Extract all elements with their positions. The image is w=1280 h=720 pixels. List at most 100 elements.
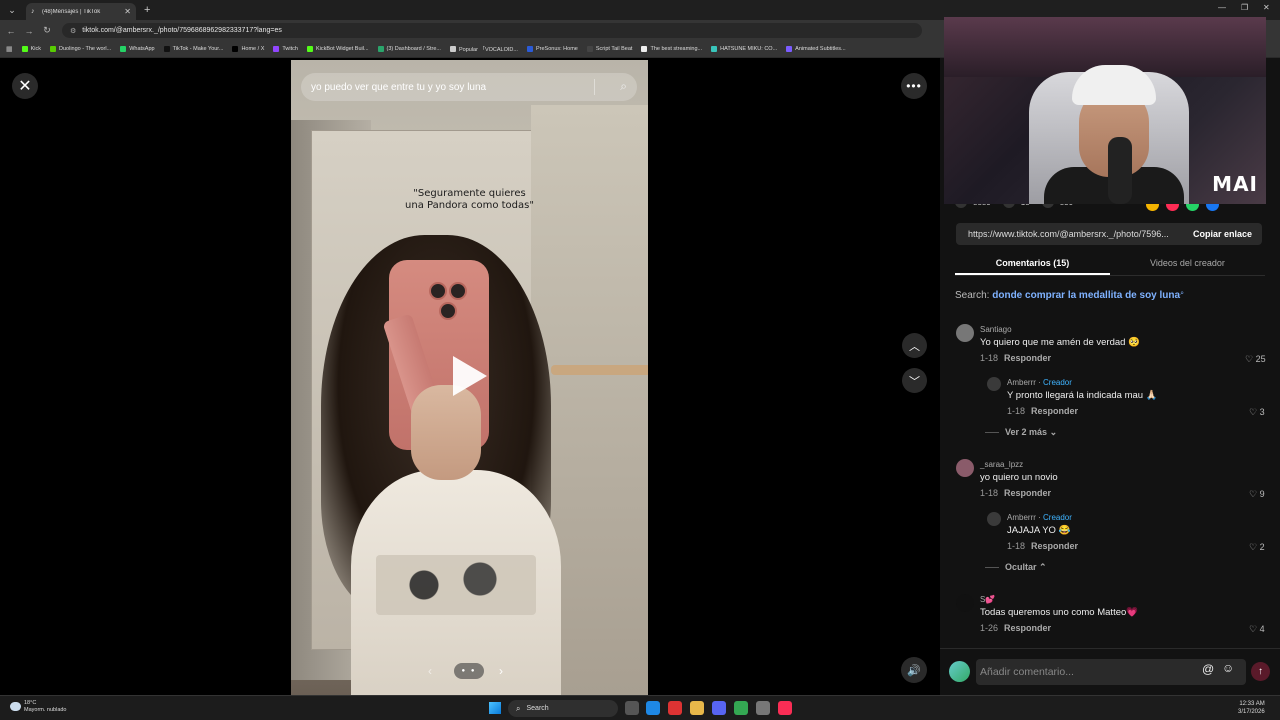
taskbar-search[interactable]: ⌕ Search xyxy=(508,700,618,717)
volume-icon[interactable]: 🔊 xyxy=(901,657,927,683)
related-search-bar[interactable]: yo puedo ver que entre tu y yo soy luna … xyxy=(301,73,637,101)
apps-grid-icon[interactable]: ▦ xyxy=(6,45,13,53)
bookmark-item[interactable]: The best streaming... xyxy=(641,46,702,52)
bookmark-label: Kick xyxy=(30,46,42,52)
chevron-down-icon: ⌄ xyxy=(1049,427,1058,437)
forward-icon[interactable]: → xyxy=(22,26,36,36)
bookmark-favicon-icon xyxy=(449,46,456,52)
tab-creator-videos[interactable]: Videos del creador xyxy=(1110,252,1265,275)
streamer-webcam-overlay: MAI xyxy=(944,17,1266,204)
bookmark-favicon-icon xyxy=(306,46,313,52)
bookmark-item[interactable]: TikTok - Make Your... xyxy=(163,46,223,52)
search-suggestion-query[interactable]: donde comprar la medallita de soy luna xyxy=(992,290,1180,301)
comment-username[interactable]: S💕 xyxy=(980,595,995,604)
start-icon[interactable] xyxy=(489,702,501,714)
comment-like-count: 25 xyxy=(1255,354,1266,364)
comment-meta: 1-18 Responder xyxy=(1007,406,1078,416)
previous-photo-icon[interactable]: ‹ xyxy=(428,664,432,678)
bookmark-item[interactable]: Popular 「VOCALOID... xyxy=(449,45,518,53)
panel-tabs: Comentarios (15) Videos del creador xyxy=(955,252,1265,276)
comment-date: 1-18 xyxy=(980,488,999,498)
comment-like[interactable]: ♡ 3 xyxy=(1249,407,1265,418)
reply-button[interactable]: Responder xyxy=(1004,488,1051,498)
site-info-icon[interactable]: ⚙ xyxy=(70,27,76,35)
creator-badge: Creador xyxy=(1043,378,1072,387)
bookmark-item[interactable]: Animated Subtitles... xyxy=(786,46,846,52)
clock[interactable]: 12:33 AM 3/17/2026 xyxy=(1238,700,1265,716)
comment-text: JAJAJA YO 😂 xyxy=(1007,525,1071,536)
photo-post[interactable]: "Seguramente quieres una Pandora como to… xyxy=(291,60,648,695)
comment-like[interactable]: ♡ 9 xyxy=(1249,489,1265,500)
comment-username[interactable]: Santiago xyxy=(980,325,1012,334)
bookmark-favicon-icon xyxy=(21,46,28,52)
maximize-icon[interactable]: ❐ xyxy=(1241,3,1248,12)
next-video-button[interactable]: ﹀ xyxy=(902,368,927,393)
comment-like[interactable]: ♡ 2 xyxy=(1249,542,1265,553)
comment-meta: 1-18 Responder xyxy=(980,353,1051,363)
comment-username[interactable]: Amberrr · Creador xyxy=(1007,513,1072,522)
url-bar[interactable]: ⚙ tiktok.com/@ambersrx._/photo/759686896… xyxy=(62,23,922,38)
file-explorer-icon[interactable] xyxy=(690,701,704,715)
comment-username[interactable]: _saraa_lpzz xyxy=(980,460,1023,469)
search-icon[interactable]: ⌕ xyxy=(620,79,627,94)
task-view-icon[interactable] xyxy=(625,701,639,715)
music-app-icon[interactable] xyxy=(778,701,792,715)
search-icon: ⌕ xyxy=(516,703,521,713)
minimize-icon[interactable]: — xyxy=(1218,3,1226,12)
new-tab-button[interactable]: + xyxy=(144,4,150,16)
bookmark-label: The best streaming... xyxy=(650,46,703,52)
previous-video-button[interactable]: ︿ xyxy=(902,333,927,358)
comment-username[interactable]: Amberrr · Creador xyxy=(1007,378,1072,387)
tab-close-icon[interactable]: ✕ xyxy=(124,7,131,16)
reply-button[interactable]: Responder xyxy=(1004,623,1051,633)
bookmark-item[interactable]: KickBot Widget Buil... xyxy=(306,46,369,52)
comment-composer: Añadir comentario... @ ☺ ↑ xyxy=(940,648,1280,695)
avatar[interactable] xyxy=(987,512,1001,526)
comment-like[interactable]: ♡ 25 xyxy=(1245,354,1266,365)
avatar[interactable] xyxy=(987,377,1001,391)
reload-icon[interactable]: ↻ xyxy=(40,25,54,36)
settings-icon[interactable] xyxy=(756,701,770,715)
avatar[interactable] xyxy=(956,324,974,342)
bookmark-item[interactable]: Home / X xyxy=(232,46,264,52)
search-suggestion[interactable]: Search: donde comprar la medallita de so… xyxy=(955,290,1184,301)
mention-icon[interactable]: @ xyxy=(1202,662,1214,676)
emoji-icon[interactable]: ☺ xyxy=(1222,661,1234,675)
bookmark-item[interactable]: Kick xyxy=(21,46,42,52)
bookmark-item[interactable]: Script Tail Beat xyxy=(586,46,632,52)
bookmark-item[interactable]: Twitch xyxy=(273,46,298,52)
discord-icon[interactable] xyxy=(712,701,726,715)
hide-replies[interactable]: Ocultar ⌃ xyxy=(985,562,1047,573)
bookmark-label: WhatsApp xyxy=(129,46,155,52)
comment-like[interactable]: ♡ 4 xyxy=(1249,624,1265,635)
bookmark-item[interactable]: (3) Dashboard / Stre... xyxy=(377,46,441,52)
window-close-icon[interactable]: ✕ xyxy=(1263,3,1270,12)
play-icon[interactable] xyxy=(453,356,487,396)
reply-button[interactable]: Responder xyxy=(1031,541,1078,551)
bookmark-item[interactable]: PreSonus: Home xyxy=(526,46,578,52)
chrome-icon[interactable] xyxy=(734,701,748,715)
tab-comments[interactable]: Comentarios (15) xyxy=(955,252,1110,275)
tab-search-icon[interactable]: ⌄ xyxy=(4,2,20,18)
weather-widget[interactable]: 18°C Mayorm. nublado xyxy=(10,700,67,714)
more-options-button[interactable]: ••• xyxy=(901,73,927,99)
search-divider xyxy=(594,79,595,95)
reply-button[interactable]: Responder xyxy=(1004,353,1051,363)
back-icon[interactable]: ← xyxy=(4,26,18,36)
reply-button[interactable]: Responder xyxy=(1031,406,1078,416)
opera-icon[interactable] xyxy=(668,701,682,715)
bookmark-item[interactable]: WhatsApp xyxy=(120,46,155,52)
active-tab[interactable]: ♪ (48)Mensajes | TikTok ✕ xyxy=(26,3,136,20)
bookmark-item[interactable]: HATSUNE MIKU: CO... xyxy=(711,46,777,52)
close-viewer-button[interactable]: ✕ xyxy=(12,73,38,99)
share-link-text[interactable]: https://www.tiktok.com/@ambersrx._/photo… xyxy=(956,229,1183,239)
avatar[interactable] xyxy=(956,594,974,612)
avatar[interactable] xyxy=(956,459,974,477)
copy-link-button[interactable]: Copiar enlace xyxy=(1183,229,1262,239)
tiktok-favicon-icon: ♪ xyxy=(31,8,35,15)
edge-icon[interactable] xyxy=(646,701,660,715)
next-photo-icon[interactable]: › xyxy=(499,664,503,678)
bookmark-item[interactable]: Duolingo - The worl... xyxy=(50,46,111,52)
send-icon[interactable]: ↑ xyxy=(1251,662,1270,681)
view-more-replies[interactable]: Ver 2 más ⌄ xyxy=(985,427,1057,438)
